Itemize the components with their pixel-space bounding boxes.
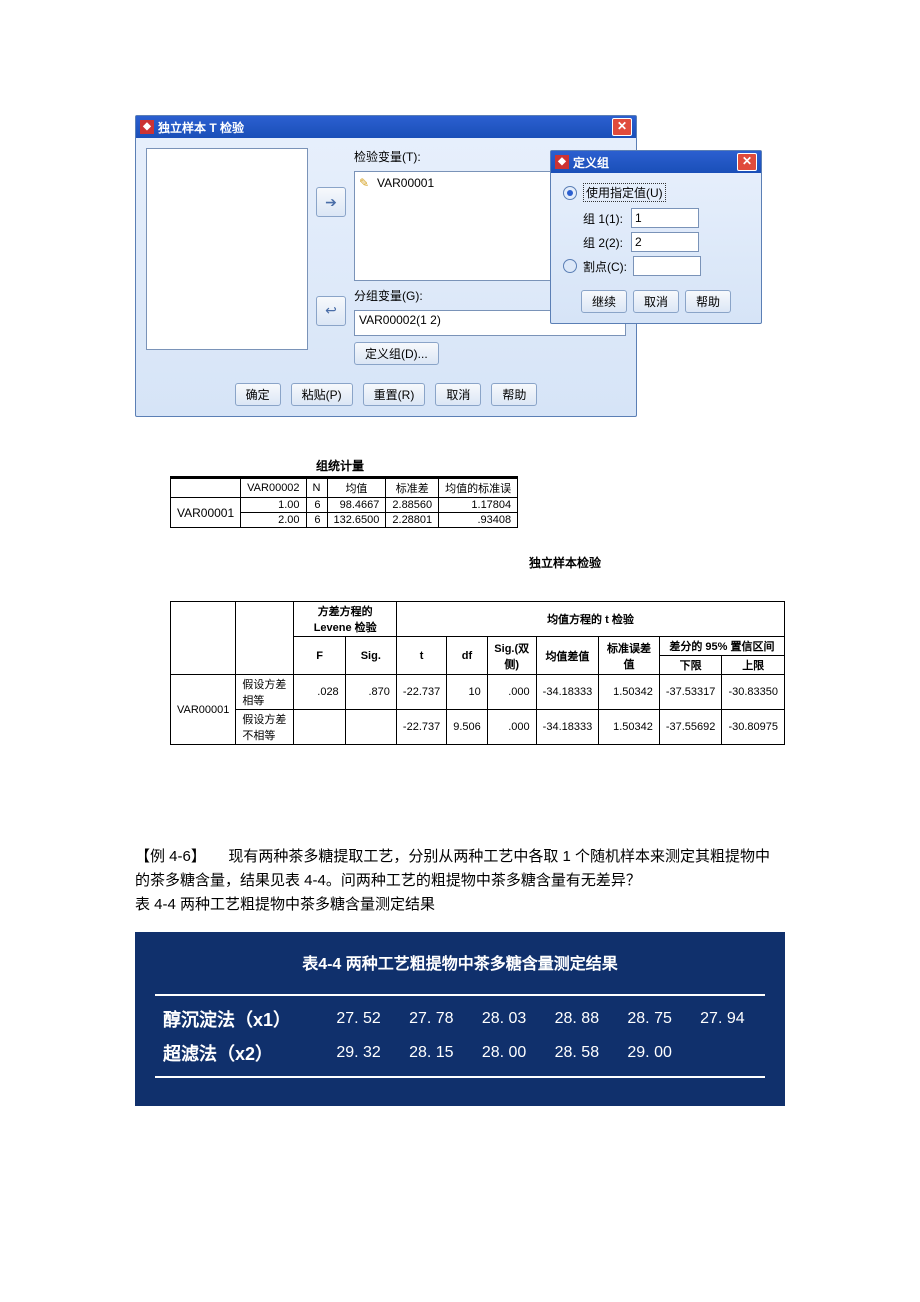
- para-line2: 表 4-4 两种工艺粗提物中茶多糖含量测定结果: [135, 893, 785, 917]
- para-line1: 【例 4-6】 现有两种茶多糖提取工艺，分别从两种工艺中各取 1 个随机样本来测…: [135, 845, 785, 893]
- dlg2-titlebar[interactable]: ◆ 定义组 ✕: [551, 151, 761, 173]
- blue-result-table: 表4-4 两种工艺粗提物中茶多糖含量测定结果 醇沉淀法（x1） 27. 52 2…: [135, 932, 785, 1106]
- group2-label: 组 2(2):: [583, 234, 623, 251]
- radio-off-icon: [563, 259, 577, 273]
- row-var: VAR00001: [171, 498, 241, 528]
- group2-input[interactable]: [631, 232, 699, 252]
- move-to-test-button[interactable]: ➔: [316, 187, 346, 217]
- dlg1-title: 独立样本 T 检验: [158, 119, 608, 136]
- divider: [155, 994, 765, 996]
- group1-input[interactable]: [631, 208, 699, 228]
- row-var: VAR00001: [171, 675, 236, 745]
- dlg2-title: 定义组: [573, 154, 733, 171]
- test-var-item: VAR00001: [377, 176, 434, 190]
- example-paragraph: 【例 4-6】 现有两种茶多糖提取工艺，分别从两种工艺中各取 1 个随机样本来测…: [135, 845, 785, 917]
- ind-test-table: 方差方程的 Levene 检验 均值方程的 t 检验 F Sig. t df S…: [170, 601, 785, 745]
- ind-test-title: 独立样本检验: [170, 554, 920, 571]
- col-header: 标准差: [386, 478, 439, 498]
- use-specified-radio[interactable]: 使用指定值(U): [563, 183, 749, 202]
- group1-label: 组 1(1):: [583, 210, 623, 227]
- group-stats-title: 组统计量: [170, 457, 510, 474]
- table-row: VAR00001 假设方差相等 .028 .870 -22.737 10 .00…: [171, 675, 785, 710]
- paste-button[interactable]: 粘贴(P): [291, 383, 353, 406]
- col-header: VAR00002: [241, 478, 306, 498]
- col-header: 均值的标准误: [439, 478, 518, 498]
- pencil-icon: ✎: [359, 176, 373, 190]
- close-icon[interactable]: ✕: [612, 118, 632, 136]
- col-header: N: [306, 478, 327, 498]
- col-header: 均值: [327, 478, 386, 498]
- method1-name: 醇沉淀法（x1）: [155, 1002, 328, 1036]
- cutpoint-label: 割点(C):: [583, 258, 627, 275]
- dlg1-titlebar[interactable]: ◆ 独立样本 T 检验 ✕: [136, 116, 636, 138]
- group-var-value: VAR00002(1 2): [359, 313, 441, 327]
- table-row: 假设方差不相等 -22.737 9.506 .000 -34.18333 1.5…: [171, 710, 785, 745]
- t-header: 均值方程的 t 检验: [396, 602, 784, 637]
- cutpoint-radio[interactable]: 割点(C):: [563, 256, 749, 276]
- use-specified-label: 使用指定值(U): [583, 183, 666, 202]
- continue-button[interactable]: 继续: [581, 290, 627, 313]
- source-var-list[interactable]: [146, 148, 308, 350]
- help-button[interactable]: 帮助: [491, 383, 537, 406]
- ok-button[interactable]: 确定: [235, 383, 281, 406]
- cancel-button[interactable]: 取消: [435, 383, 481, 406]
- reset-button[interactable]: 重置(R): [363, 383, 426, 406]
- cutpoint-input[interactable]: [633, 256, 701, 276]
- app-icon: ◆: [555, 155, 569, 169]
- table-row: VAR00001 1.00 6 98.4667 2.88560 1.17804: [171, 498, 518, 513]
- table-row: 醇沉淀法（x1） 27. 52 27. 78 28. 03 28. 88 28.…: [155, 1002, 765, 1036]
- group-stats-block: 组统计量 VAR00002 N 均值 标准差 均值的标准误 VAR00001 1…: [170, 457, 785, 745]
- blue-title: 表4-4 两种工艺粗提物中茶多糖含量测定结果: [155, 950, 765, 974]
- divider: [155, 1076, 765, 1078]
- radio-on-icon: [563, 186, 577, 200]
- move-to-group-button[interactable]: ↩: [316, 296, 346, 326]
- levene-header: 方差方程的 Levene 检验: [294, 602, 396, 637]
- app-icon: ◆: [140, 120, 154, 134]
- group-stats-table: VAR00002 N 均值 标准差 均值的标准误 VAR00001 1.00 6…: [170, 476, 518, 528]
- method2-name: 超滤法（x2）: [155, 1036, 328, 1070]
- help-button[interactable]: 帮助: [685, 290, 731, 313]
- define-groups-button[interactable]: 定义组(D)...: [354, 342, 439, 365]
- define-groups-dialog: ◆ 定义组 ✕ 使用指定值(U) 组 1(1): 组 2(2): 割点(C):: [550, 150, 762, 324]
- cancel-button[interactable]: 取消: [633, 290, 679, 313]
- close-icon[interactable]: ✕: [737, 153, 757, 171]
- table-row: 超滤法（x2） 29. 32 28. 15 28. 00 28. 58 29. …: [155, 1036, 765, 1070]
